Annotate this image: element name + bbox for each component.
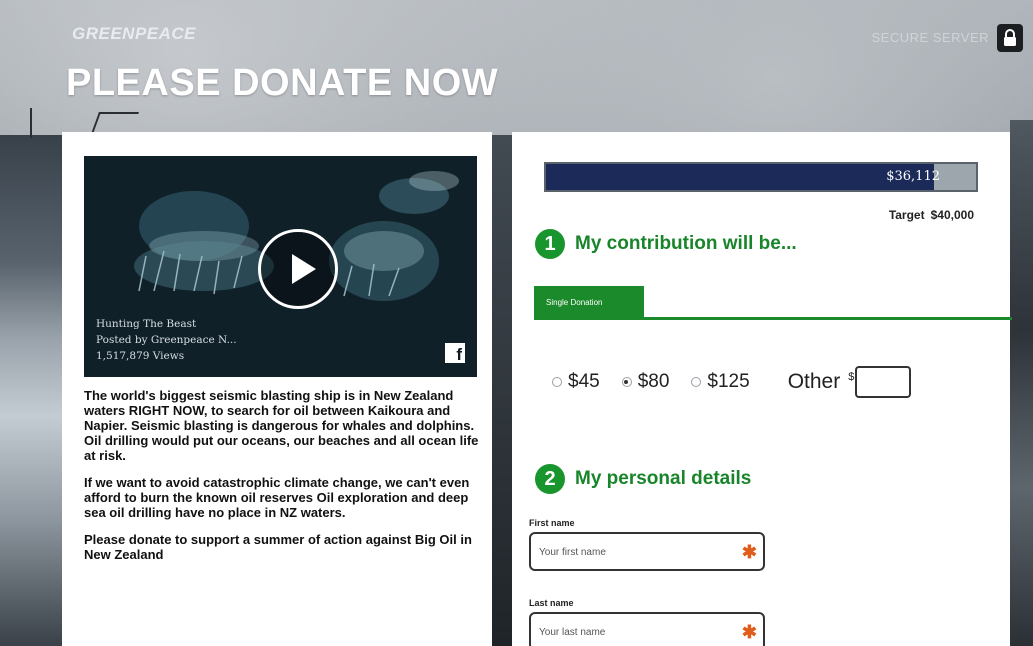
- lock-icon: [997, 24, 1023, 52]
- amount-options: $45 $80 $125 Other $: [552, 366, 912, 398]
- first-name-field[interactable]: Your first name ✱: [529, 532, 765, 571]
- radio-80[interactable]: [621, 377, 632, 387]
- hero-ocean-divider: [492, 135, 512, 646]
- video-player[interactable]: Hunting The Beast Posted by Greenpeace N…: [84, 156, 477, 377]
- video-meta: Hunting The Beast Posted by Greenpeace N…: [96, 316, 237, 364]
- step-contribution-heading: 1 My contribution will be...: [535, 229, 797, 259]
- description-paragraph: The world's biggest seismic blasting shi…: [84, 388, 479, 463]
- step-title: My contribution will be...: [575, 233, 797, 254]
- donation-form-panel: $36,112 Target $40,000 1 My contribution …: [512, 132, 1012, 646]
- description-paragraph: Please donate to support a summer of act…: [84, 532, 472, 562]
- other-amount-input[interactable]: [855, 366, 912, 398]
- first-name-placeholder: Your first name: [539, 547, 606, 558]
- progress-fill: [546, 164, 935, 190]
- ship-mast-shape: [30, 108, 32, 138]
- tab-underline: [534, 317, 1012, 320]
- hero-ocean-left: [0, 135, 62, 646]
- description-paragraph: If we want to avoid catastrophic climate…: [84, 475, 470, 520]
- amount-option-125[interactable]: $125: [691, 371, 750, 393]
- facebook-icon[interactable]: f: [445, 343, 465, 363]
- target-text: Target $40,000: [889, 208, 974, 222]
- required-asterisk-icon: ✱: [741, 542, 757, 562]
- play-button[interactable]: [258, 229, 338, 309]
- video-posted-by: Posted by Greenpeace N...: [96, 334, 237, 346]
- amount-label: $45: [568, 371, 600, 392]
- last-name-placeholder: Your last name: [539, 627, 606, 638]
- step-title: My personal details: [575, 468, 752, 489]
- raised-amount: $36,112: [886, 169, 940, 184]
- first-name-label: First name: [529, 518, 575, 528]
- other-currency-symbol: $: [848, 371, 855, 383]
- step-number-badge: 2: [535, 464, 565, 494]
- amount-option-45[interactable]: $45: [552, 371, 600, 393]
- radio-45[interactable]: [552, 377, 562, 387]
- target-label: Target: [888, 208, 925, 222]
- amount-label: $125: [707, 371, 750, 392]
- secure-server-label: SECURE SERVER: [871, 30, 989, 45]
- amount-option-80[interactable]: $80: [621, 371, 670, 393]
- campaign-info-panel: Hunting The Beast Posted by Greenpeace N…: [62, 132, 492, 646]
- campaign-description: The world's biggest seismic blasting shi…: [84, 388, 479, 574]
- video-title[interactable]: Hunting The Beast: [96, 316, 237, 332]
- step-number-badge: 1: [535, 229, 565, 259]
- required-asterisk-icon: ✱: [741, 622, 757, 642]
- tab-single-donation[interactable]: Single Donation: [534, 286, 644, 319]
- donation-progress-bar: $36,112: [544, 162, 978, 192]
- radio-125[interactable]: [691, 377, 702, 387]
- step-personal-heading: 2 My personal details: [535, 464, 751, 494]
- last-name-label: Last name: [529, 598, 574, 608]
- page-headline: PLEASE DONATE NOW: [66, 62, 499, 104]
- video-views: 1,517,879 Views: [96, 350, 185, 362]
- greenpeace-logo[interactable]: GREENPEACE: [72, 24, 196, 44]
- last-name-field[interactable]: Your last name ✱: [529, 612, 765, 646]
- target-amount: $40,000: [930, 208, 974, 222]
- ship-rigging-shape: [90, 112, 140, 134]
- other-amount-label: Other: [787, 370, 841, 393]
- hero-ocean-right: [1010, 120, 1033, 646]
- amount-label: $80: [637, 371, 670, 392]
